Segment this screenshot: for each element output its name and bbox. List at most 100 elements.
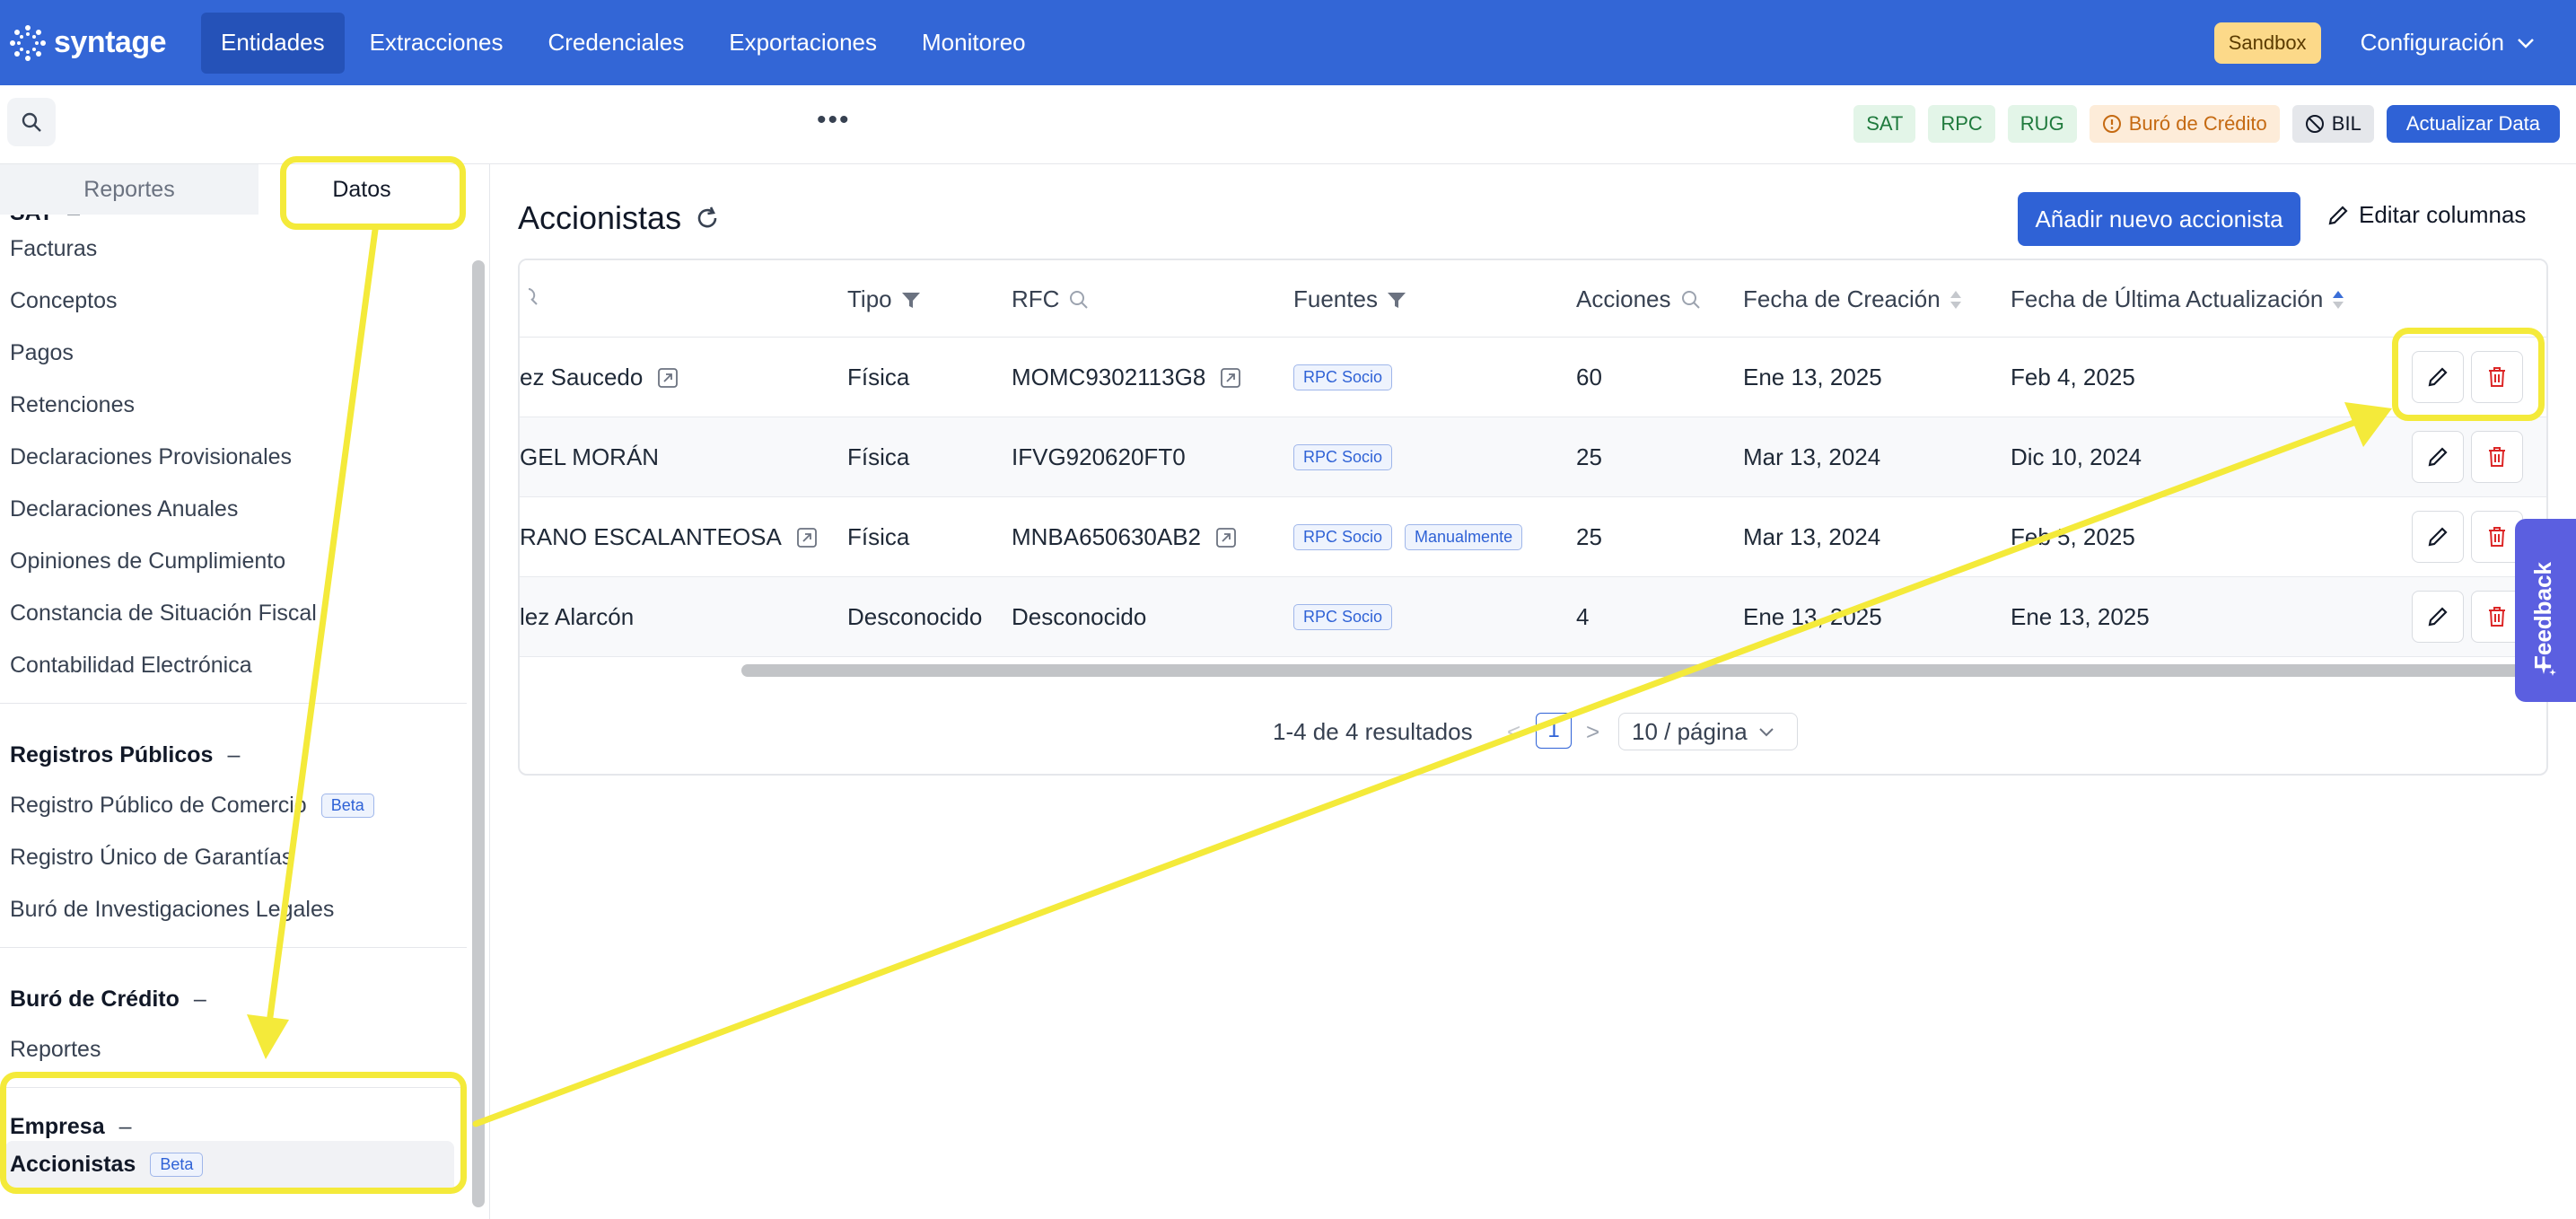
sidebar-item-retenciones[interactable]: Retenciones — [10, 392, 135, 418]
table-row[interactable]: RANO ESCALANTEOSA Física MNBA650630AB2 R… — [520, 497, 2546, 577]
pencil-icon — [2328, 205, 2348, 224]
pencil-icon — [2428, 607, 2448, 627]
highlight-empresa-section — [0, 1072, 467, 1194]
source-tag-bil[interactable]: BIL — [2291, 105, 2374, 143]
open-link-icon[interactable] — [657, 367, 679, 389]
pagination-next-button[interactable]: > — [1586, 718, 1599, 746]
more-options-button[interactable]: ••• — [817, 105, 851, 136]
table-horizontal-scrollbar[interactable] — [741, 664, 2546, 677]
nav-monitoreo[interactable]: Monitoreo — [902, 13, 1046, 74]
pagination-prev-button[interactable]: < — [1507, 718, 1520, 746]
search-icon[interactable] — [1068, 289, 1090, 311]
pencil-icon — [2428, 527, 2448, 547]
refresh-icon[interactable] — [694, 205, 721, 232]
sidebar-item-pagos[interactable]: Pagos — [10, 340, 74, 366]
acciones-cell: 25 — [1576, 523, 1602, 550]
sidebar-scrollbar[interactable] — [472, 260, 485, 1207]
sidebar-divider — [0, 947, 467, 948]
source-tag-rug[interactable]: RUG — [2007, 105, 2077, 143]
feedback-tab[interactable]: Feedback — [2515, 519, 2576, 702]
sidebar-item-registro-garantias[interactable]: Registro Único de Garantías — [10, 845, 293, 871]
sort-icon[interactable] — [2332, 289, 2344, 311]
shareholder-name[interactable]: lez Alarcón — [520, 603, 634, 631]
table-row[interactable]: ez Saucedo Física MOMC9302113G8 RPC Soci… — [520, 338, 2546, 417]
column-header-tipo[interactable]: Tipo — [847, 285, 921, 313]
shareholder-name[interactable]: GEL MORÁN — [520, 443, 659, 471]
column-header-fecha-actualizacion[interactable]: Fecha de Última Actualización — [2011, 285, 2344, 313]
trash-icon — [2489, 607, 2505, 627]
name-cell: lez Alarcón — [520, 577, 634, 657]
sidebar-item-declaraciones-provisionales[interactable]: Declaraciones Provisionales — [10, 444, 292, 470]
edit-row-button[interactable] — [2412, 431, 2464, 483]
sort-icon[interactable] — [1950, 289, 1962, 311]
column-header-fecha-creacion[interactable]: Fecha de Creación — [1743, 285, 1962, 313]
tipo-cell: Física — [847, 523, 910, 550]
sidebar-heading-registros[interactable]: Registros Públicos – — [10, 742, 240, 768]
fecha-creacion-cell: Ene 13, 2025 — [1743, 364, 1882, 390]
edit-row-button[interactable] — [2412, 511, 2464, 563]
sidebar-item-registro-comercio[interactable]: Registro Público de Comercio Beta — [10, 793, 374, 819]
source-tag-buro[interactable]: Buró de Crédito — [2089, 105, 2280, 143]
filter-icon[interactable] — [1387, 290, 1406, 310]
config-menu[interactable]: Configuración — [2361, 29, 2535, 57]
nav-credenciales[interactable]: Credenciales — [529, 13, 705, 74]
source-chip: RPC Socio — [1293, 444, 1393, 470]
column-header-label: RFC — [1012, 285, 1060, 312]
rfc-cell: IFVG920620FT0 — [1012, 443, 1186, 470]
sidebar-divider — [0, 703, 467, 704]
nav-exportaciones[interactable]: Exportaciones — [709, 13, 897, 74]
rfc-cell: Desconocido — [1012, 603, 1147, 630]
acciones-cell: 25 — [1576, 443, 1602, 470]
page-size-select[interactable]: 10 / página — [1618, 713, 1798, 750]
source-tag-buro-label: Buró de Crédito — [2128, 112, 2267, 135]
sidebar-item-facturas[interactable]: Facturas — [10, 236, 97, 262]
shareholder-name[interactable]: RANO ESCALANTEOSA — [520, 523, 782, 551]
sidebar-item-conceptos[interactable]: Conceptos — [10, 288, 118, 314]
open-link-icon[interactable] — [1215, 527, 1237, 548]
nav-extracciones[interactable]: Extracciones — [350, 13, 523, 74]
sidebar-item-opiniones[interactable]: Opiniones de Cumplimiento — [10, 548, 285, 574]
column-header-rfc[interactable]: RFC — [1012, 285, 1090, 313]
fecha-actualizacion-cell: Feb 4, 2025 — [2011, 364, 2135, 390]
sidebar-item-buro-reportes[interactable]: Reportes — [10, 1037, 101, 1063]
shareholder-name[interactable]: ez Saucedo — [520, 364, 643, 391]
source-tag-rpc[interactable]: RPC — [1928, 105, 1995, 143]
source-tag-bil-label: BIL — [2331, 112, 2361, 135]
column-header-label: Acciones — [1576, 285, 1671, 312]
sandbox-badge: Sandbox — [2213, 22, 2321, 64]
delete-row-button[interactable] — [2471, 431, 2523, 483]
pagination: 1-4 de 4 resultados < 1 > 10 / página — [520, 713, 2546, 752]
search-icon[interactable] — [1680, 289, 1702, 311]
column-header-acciones[interactable]: Acciones — [1576, 285, 1702, 313]
open-link-icon[interactable] — [796, 527, 818, 548]
sidebar-heading-buro[interactable]: Buró de Crédito – — [10, 987, 206, 1013]
column-header-label: Fecha de Última Actualización — [2011, 285, 2324, 312]
filter-icon[interactable] — [901, 290, 921, 310]
blocked-icon — [2305, 115, 2324, 133]
search-icon — [22, 112, 41, 132]
name-column-search-icon[interactable] — [520, 285, 539, 307]
edit-row-button[interactable] — [2412, 591, 2464, 643]
table-row[interactable]: GEL MORÁN Física IFVG920620FT0 RPC Socio… — [520, 417, 2546, 497]
brand-logo[interactable]: syntage — [7, 22, 187, 64]
column-header-label: Fecha de Creación — [1743, 285, 1941, 312]
update-data-button[interactable]: Actualizar Data — [2386, 105, 2560, 143]
edit-columns-button[interactable]: Editar columnas — [2326, 201, 2526, 229]
tab-reportes[interactable]: Reportes — [0, 164, 258, 215]
pagination-page-1[interactable]: 1 — [1536, 713, 1572, 749]
nav-entidades[interactable]: Entidades — [201, 12, 345, 74]
fecha-actualizacion-cell: Ene 13, 2025 — [2011, 603, 2150, 630]
sidebar-item-contabilidad[interactable]: Contabilidad Electrónica — [10, 653, 252, 679]
source-tag-sat[interactable]: SAT — [1853, 105, 1916, 143]
page-title-label: Accionistas — [518, 199, 682, 236]
open-link-icon[interactable] — [1220, 367, 1241, 389]
column-header-fuentes[interactable]: Fuentes — [1293, 285, 1406, 313]
search-button[interactable] — [7, 98, 56, 146]
table-header: Tipo RFC Fuentes Acciones Fecha de Creac… — [520, 260, 2546, 338]
sidebar-item-buro-investigaciones[interactable]: Buró de Investigaciones Legales — [10, 897, 334, 923]
sidebar-item-constancia[interactable]: Constancia de Situación Fiscal — [10, 601, 317, 627]
table-row[interactable]: lez Alarcón Desconocido Desconocido RPC … — [520, 577, 2546, 657]
add-shareholder-button[interactable]: Añadir nuevo accionista — [2018, 192, 2300, 246]
sidebar-item-declaraciones-anuales[interactable]: Declaraciones Anuales — [10, 496, 238, 522]
fecha-creacion-cell: Mar 13, 2024 — [1743, 523, 1881, 550]
